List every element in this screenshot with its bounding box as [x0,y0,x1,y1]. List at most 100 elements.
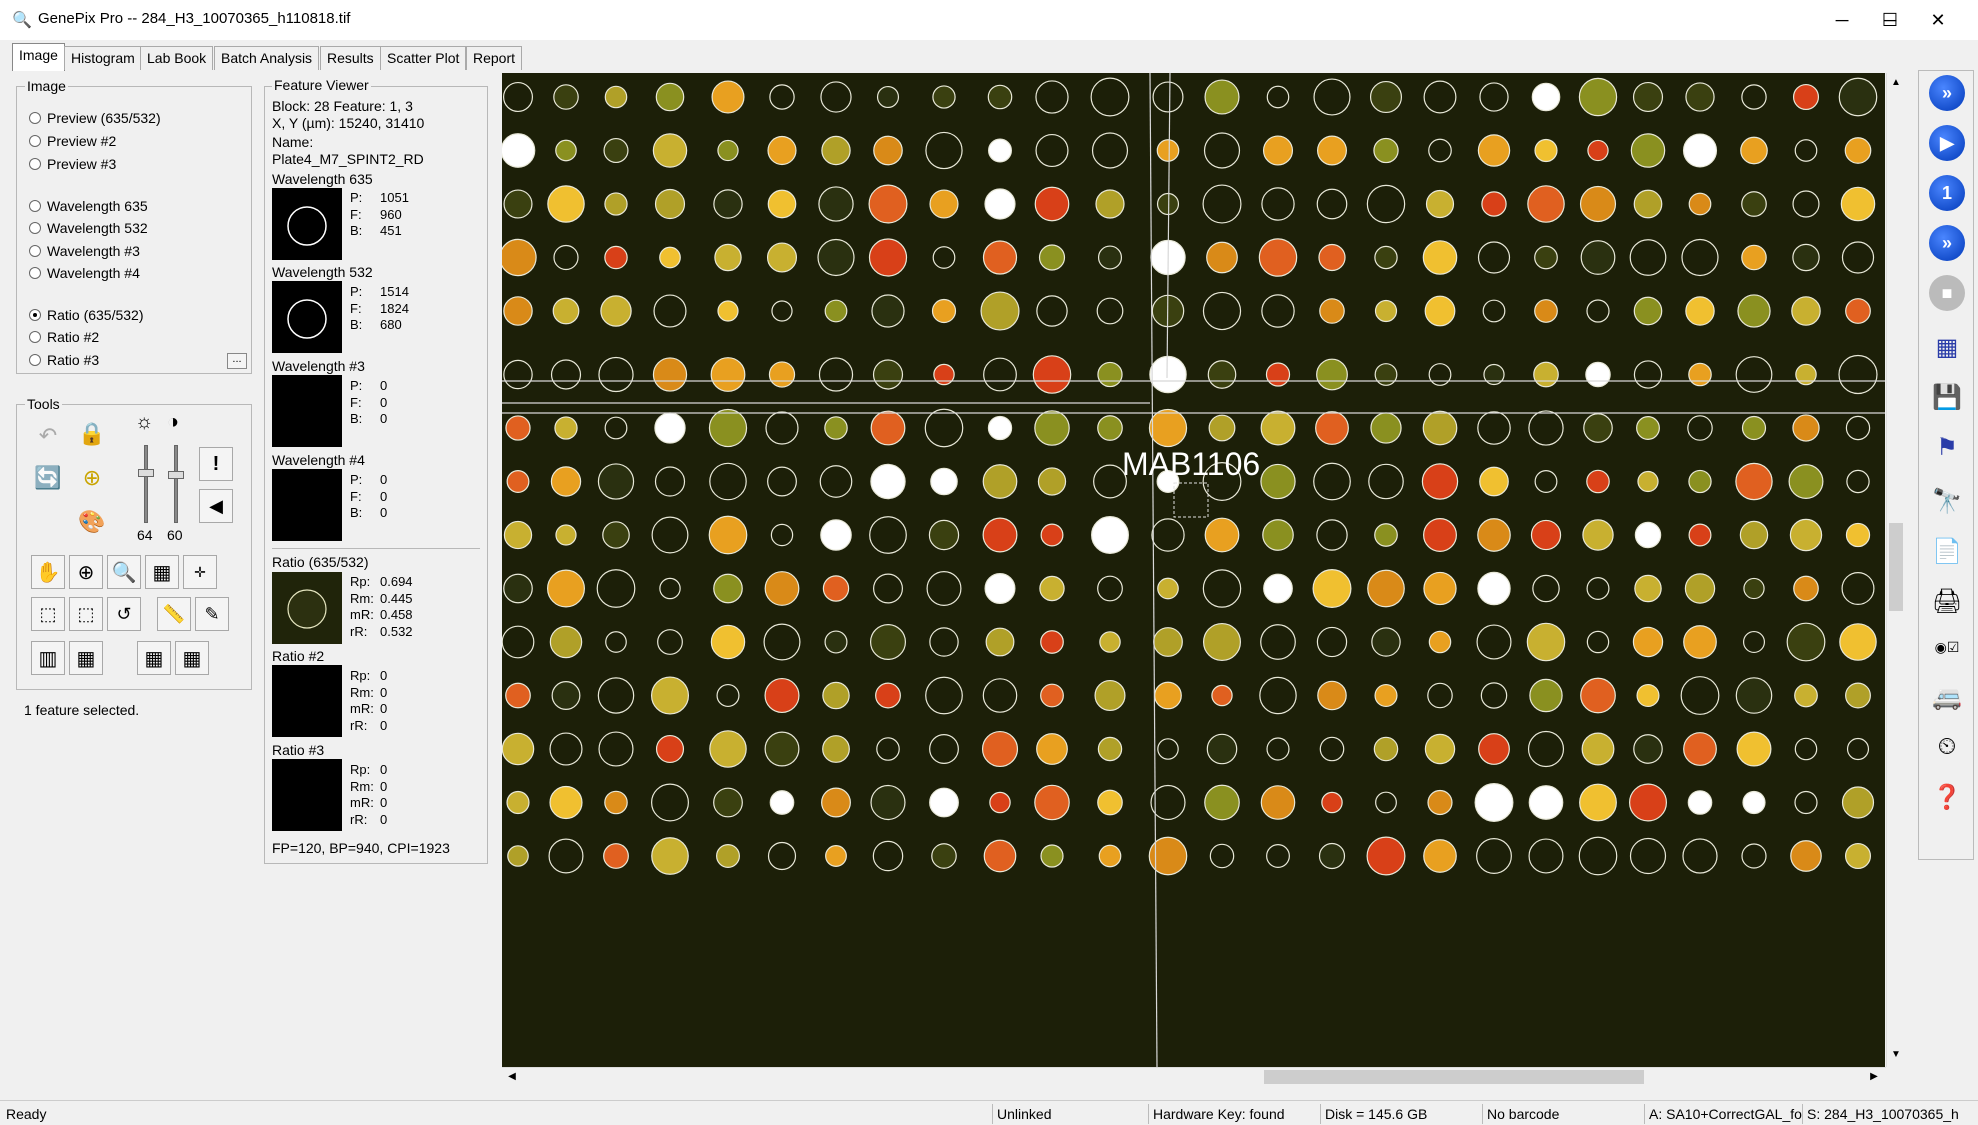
microarray-spot[interactable] [926,570,962,607]
microarray-spot[interactable] [767,466,797,497]
radio-preview-635-532[interactable]: Preview (635/532) [29,109,161,127]
microarray-spot[interactable] [767,841,797,871]
microarray-spot[interactable] [1527,730,1565,768]
microarray-spot[interactable] [1685,296,1715,326]
microarray-spot[interactable] [1208,414,1236,442]
microarray-spot[interactable] [1260,410,1296,446]
microarray-spot[interactable] [1374,363,1398,386]
scroll-right-icon[interactable]: ▶ [1866,1069,1882,1085]
microarray-spot[interactable] [820,81,852,113]
microarray-spot[interactable] [600,295,632,327]
microarray-spot[interactable] [655,734,685,764]
microarray-spot[interactable] [651,837,689,875]
microarray-spot[interactable] [875,682,901,709]
ruler-icon[interactable]: 📏 [157,597,191,631]
microarray-spot[interactable] [767,135,797,166]
microarray-spot[interactable] [651,783,689,822]
microarray-spot[interactable] [1636,683,1660,708]
microarray-spot[interactable] [1316,626,1348,658]
microarray-spot[interactable] [1741,244,1767,271]
microarray-spot[interactable] [1261,294,1295,328]
microarray-spot[interactable] [1477,518,1511,552]
microarray-spot[interactable] [1036,733,1068,765]
microarray-spot[interactable] [767,189,797,219]
microarray-spot[interactable] [1373,137,1399,164]
microarray-spot[interactable] [1094,679,1126,712]
microarray-spot[interactable] [873,573,903,604]
microarray-spot[interactable] [1206,733,1238,765]
microarray-spot[interactable] [1743,577,1765,600]
tab-histogram[interactable]: Histogram [64,46,142,70]
microarray-spot[interactable] [1040,630,1064,654]
microarray-spot[interactable] [1099,631,1121,653]
microarray-spot[interactable] [1684,573,1716,604]
microarray-spot[interactable] [1740,136,1768,165]
microarray-spot[interactable] [1034,186,1070,222]
microarray-spot[interactable] [876,85,900,109]
microarray-spot[interactable] [1683,625,1717,659]
microarray-spot[interactable] [1586,630,1610,654]
microarray-spot[interactable] [1097,575,1123,602]
microarray-spot[interactable] [1633,296,1663,326]
microarray-spot[interactable] [1211,684,1233,707]
stop-button[interactable]: ■ [1927,273,1967,313]
microarray-spot[interactable] [1476,838,1512,874]
edit-block-icon[interactable]: ▦ [175,641,209,675]
microarray-spot[interactable] [931,843,957,869]
microarray-spot[interactable] [1039,575,1065,602]
microarray-spot[interactable] [1688,362,1712,387]
microarray-spot[interactable] [654,412,686,444]
microarray-spot[interactable] [505,682,531,709]
lock-icon[interactable]: 🔒 [75,417,109,451]
microarray-spot[interactable] [1741,415,1767,441]
microarray-spot[interactable] [651,516,689,554]
microarray-spot[interactable] [1150,784,1186,821]
microarray-spot[interactable] [1528,838,1564,874]
play-reverse-icon[interactable]: ◀ [199,489,233,523]
microarray-spot[interactable] [710,357,746,392]
microarray-spot[interactable] [1687,415,1713,441]
microarray-spot[interactable] [1742,790,1766,815]
microarray-spot[interactable] [983,357,1017,392]
microarray-spot[interactable] [1097,789,1123,816]
microarray-spot[interactable] [1206,241,1238,274]
microarray-spot[interactable] [822,681,850,710]
microarray-spot[interactable] [982,678,1018,713]
report-icon[interactable]: 📄 [1927,531,1967,571]
microarray-spot[interactable] [1795,363,1817,386]
microarray-spot[interactable] [1202,184,1242,224]
microarray-spot[interactable] [988,138,1012,163]
microarray-spot[interactable] [1423,518,1457,552]
play-scan-button[interactable]: ▶ [1927,123,1967,163]
microarray-spot[interactable] [598,731,634,767]
microarray-spot[interactable] [1633,360,1663,389]
microarray-spot[interactable] [1421,463,1459,500]
microarray-spot[interactable] [1841,786,1875,819]
microarray-spot[interactable] [1204,784,1240,821]
microarray-spot[interactable] [817,238,855,277]
microarray-spot[interactable] [1528,785,1564,820]
microarray-spot[interactable] [502,238,537,277]
microarray-spot[interactable] [1368,463,1404,500]
close-button[interactable]: ✕ [1918,6,1958,34]
microarray-spot[interactable] [924,408,964,448]
microarray-spot[interactable] [604,245,628,270]
microarray-spot[interactable] [1152,81,1184,113]
microarray-spot[interactable] [1157,577,1179,600]
microarray-spot[interactable] [1579,185,1617,223]
microarray-spot[interactable] [1630,133,1666,168]
microarray-spot[interactable] [1688,469,1712,494]
microarray-spot[interactable] [652,357,688,392]
microarray-spot[interactable] [1367,569,1405,608]
microarray-spot[interactable] [1207,360,1237,389]
microarray-spot[interactable] [1582,519,1614,551]
microarray-spot[interactable] [555,139,577,162]
microarray-spot[interactable] [597,677,635,714]
microarray-spot[interactable] [717,300,739,322]
microarray-spot[interactable] [1203,132,1241,169]
microarray-spot[interactable] [1636,416,1660,440]
microarray-spot[interactable] [1040,844,1064,868]
microarray-spot[interactable] [868,184,908,224]
microarray-spot[interactable] [1423,571,1457,606]
zoom-icon[interactable]: 🔍 [107,555,141,589]
